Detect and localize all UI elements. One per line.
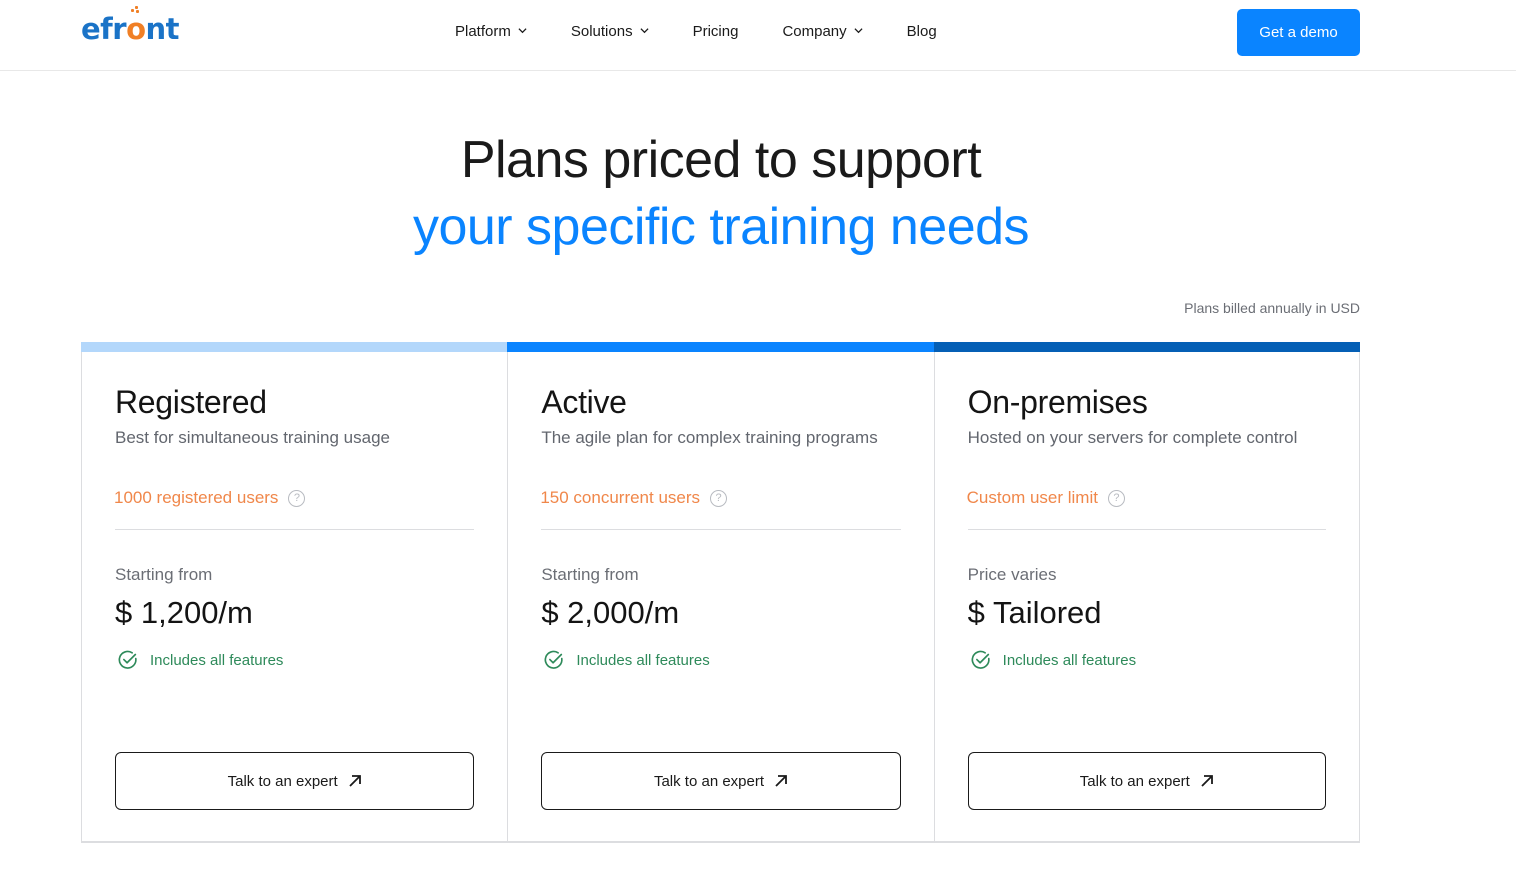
arrow-up-right-icon bbox=[349, 775, 361, 787]
plan-subtitle: Hosted on your servers for complete cont… bbox=[967, 428, 1298, 447]
divider bbox=[967, 529, 1326, 530]
logo-text-accent: o bbox=[126, 6, 146, 46]
arrow-up-right-icon bbox=[775, 775, 787, 787]
plan-subtitle: The agile plan for complex training prog… bbox=[541, 428, 878, 447]
plan-price: $ 2,000/m bbox=[541, 595, 680, 630]
price-label: Starting from bbox=[115, 565, 213, 584]
nav-pricing[interactable]: Pricing bbox=[693, 20, 739, 42]
plan-price: $ Tailored bbox=[967, 595, 1102, 630]
nav-solutions[interactable]: Solutions bbox=[571, 20, 649, 42]
help-icon[interactable]: ? bbox=[1107, 489, 1125, 507]
help-icon[interactable]: ? bbox=[710, 489, 728, 507]
price-label: Starting from bbox=[541, 565, 639, 584]
hero-title: Plans priced to support bbox=[460, 131, 982, 189]
talk-to-expert-button[interactable]: Talk to an expert bbox=[115, 752, 475, 810]
logo-spark-icon bbox=[129, 6, 140, 14]
plan-card-registered: Registered Best for simultaneous trainin… bbox=[81, 342, 508, 841]
nav-company[interactable]: Company bbox=[782, 20, 863, 42]
chevron-down-icon bbox=[518, 27, 527, 33]
billing-note: Plans billed annually in USD bbox=[1184, 300, 1360, 316]
nav-blog[interactable]: Blog bbox=[907, 20, 937, 42]
chevron-down-icon bbox=[854, 27, 863, 33]
divider bbox=[115, 529, 475, 530]
chevron-down-icon bbox=[640, 27, 649, 33]
site-header: efr ont Platform Solutions Pricing Compan… bbox=[0, 0, 1516, 71]
plan-subtitle: Best for simultaneous training usage bbox=[115, 428, 390, 447]
plan-card-active: Active The agile plan for complex traini… bbox=[507, 342, 934, 841]
talk-to-expert-button[interactable]: Talk to an expert bbox=[967, 752, 1326, 810]
logo-text-suffix: nt bbox=[145, 12, 180, 46]
plan-user-limit: Custom user limit ? bbox=[967, 488, 1125, 508]
pricing-plans: Registered Best for simultaneous trainin… bbox=[81, 342, 1360, 843]
plan-accent-bar bbox=[933, 342, 1360, 352]
feature-item: Includes all features bbox=[543, 649, 710, 671]
feature-item: Includes all features bbox=[970, 649, 1136, 671]
plan-accent-bar bbox=[81, 342, 508, 352]
plan-user-limit: 150 concurrent users ? bbox=[540, 488, 728, 508]
get-a-demo-button[interactable]: Get a demo bbox=[1237, 9, 1360, 56]
check-circle-icon bbox=[971, 650, 990, 669]
plan-title: Active bbox=[541, 384, 627, 420]
price-label: Price varies bbox=[967, 565, 1057, 584]
check-circle-icon bbox=[118, 650, 137, 669]
check-circle-icon bbox=[544, 650, 563, 669]
hero-title-highlight: your specific training needs bbox=[412, 198, 1030, 256]
plan-title: Registered bbox=[115, 384, 267, 420]
plan-user-limit: 1000 registered users ? bbox=[114, 488, 306, 508]
plan-title: On-premises bbox=[967, 384, 1148, 420]
nav-platform[interactable]: Platform bbox=[455, 20, 527, 42]
arrow-up-right-icon bbox=[1201, 775, 1213, 787]
main-nav: Platform Solutions Pricing Company Blog bbox=[455, 20, 981, 42]
feature-item: Includes all features bbox=[117, 649, 283, 671]
help-icon[interactable]: ? bbox=[288, 489, 306, 507]
logo-text-prefix: efr bbox=[81, 12, 127, 46]
plan-card-on-premises: On-premises Hosted on your servers for c… bbox=[933, 342, 1360, 841]
efront-logo[interactable]: efr ont bbox=[81, 6, 180, 46]
plan-accent-bar bbox=[507, 342, 934, 352]
talk-to-expert-button[interactable]: Talk to an expert bbox=[541, 752, 901, 810]
plan-price: $ 1,200/m bbox=[115, 595, 253, 630]
divider bbox=[541, 529, 901, 530]
